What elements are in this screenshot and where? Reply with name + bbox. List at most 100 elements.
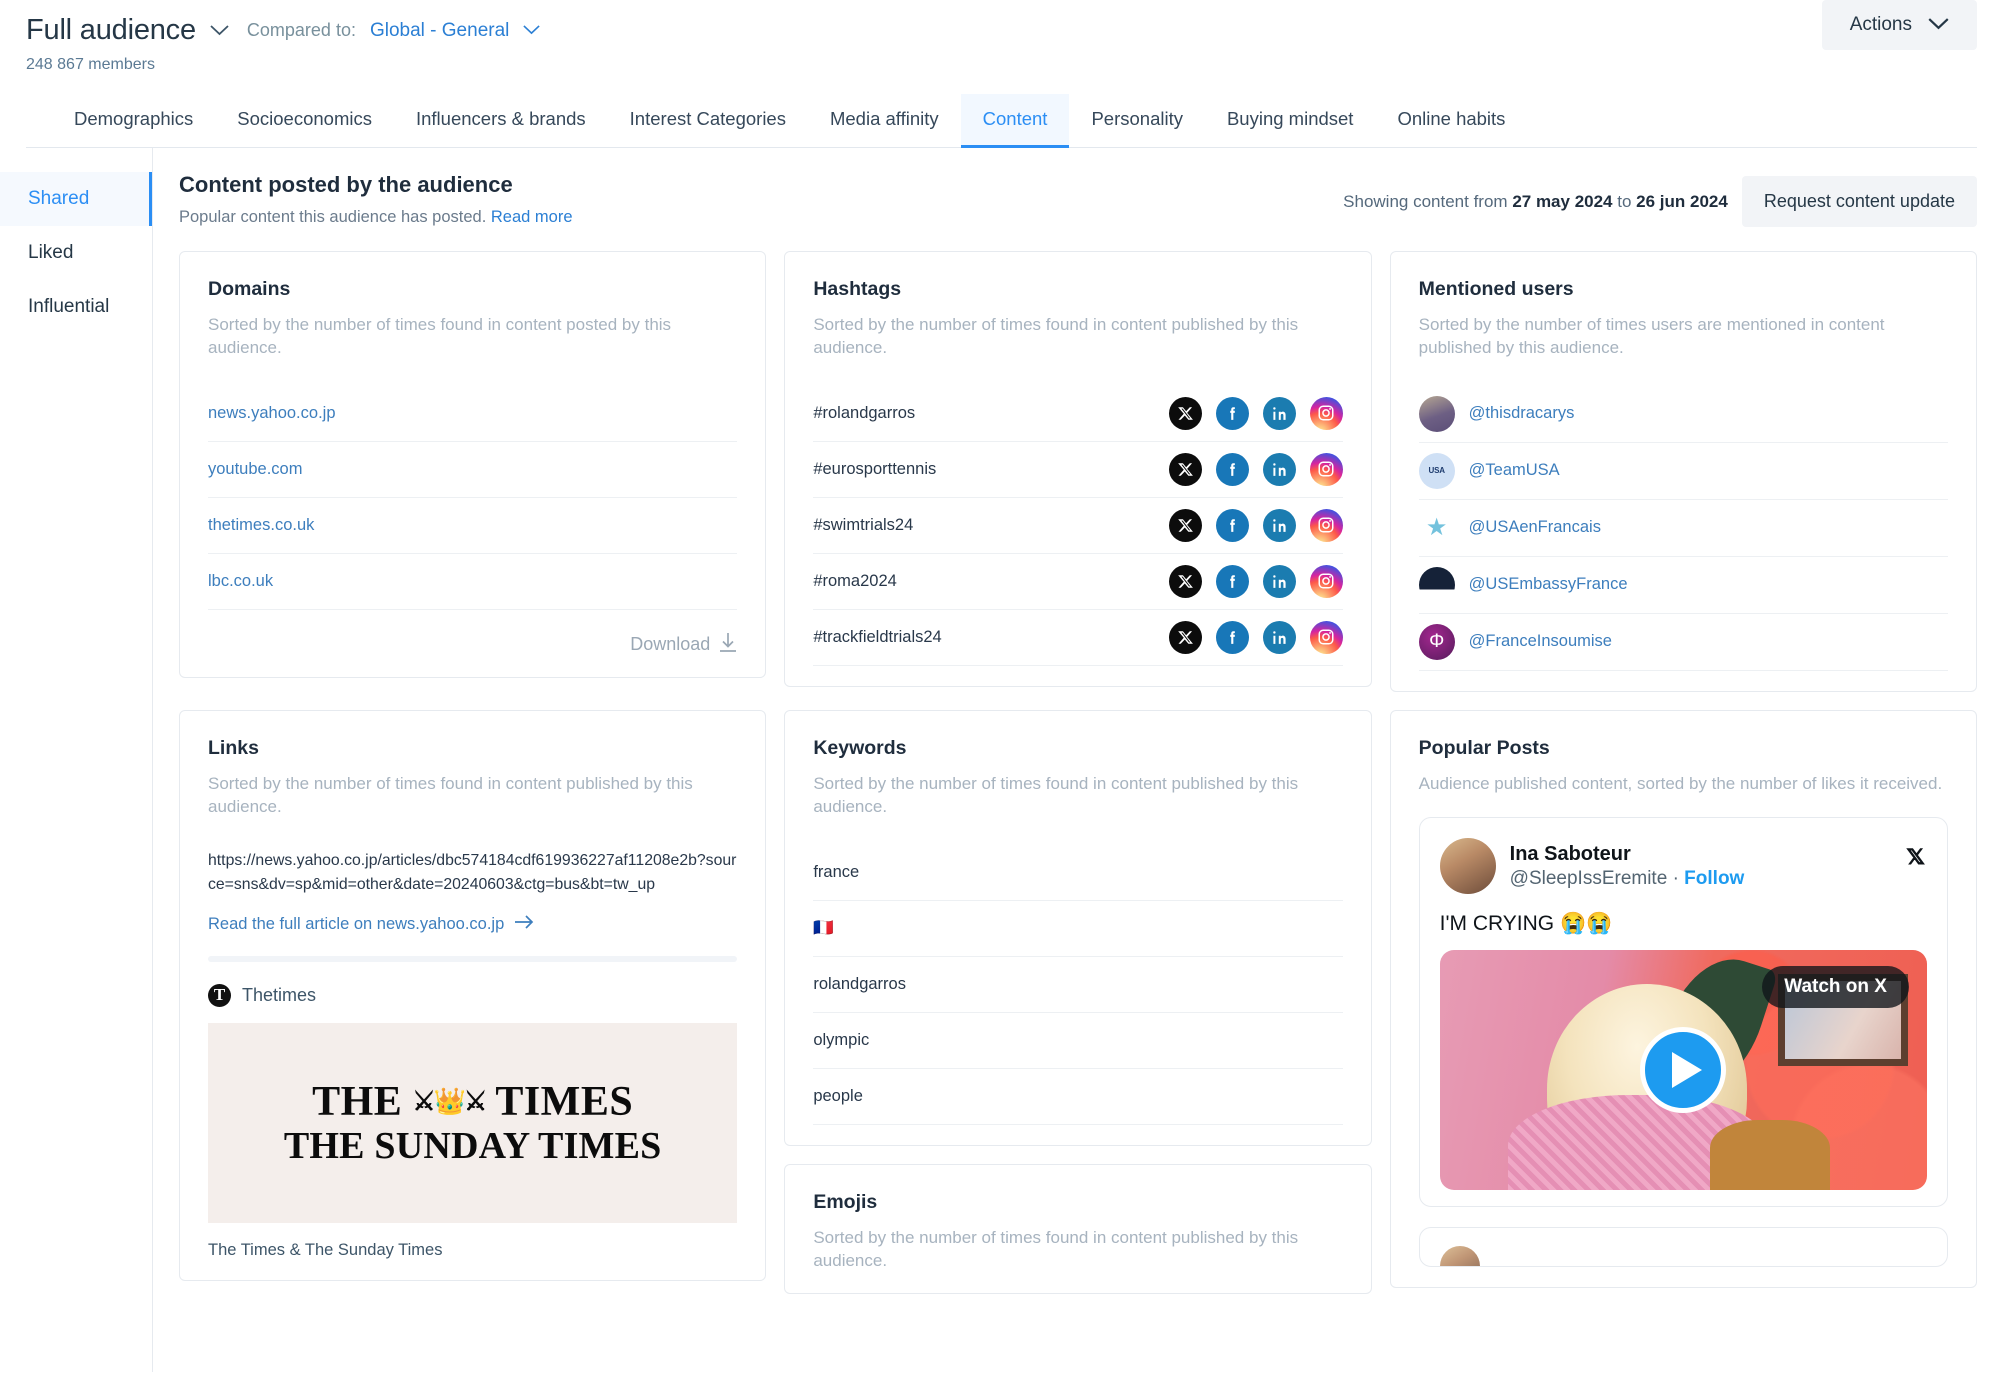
list-item[interactable]: news.yahoo.co.jp: [208, 386, 738, 442]
link-source: T Thetimes: [208, 983, 737, 1007]
mentioned-user-handle[interactable]: @FranceInsoumise: [1469, 632, 1612, 651]
tweet-author-name: Ina Saboteur: [1509, 842, 1631, 865]
facebook-icon[interactable]: [1215, 452, 1249, 486]
sidebar-item-liked[interactable]: Liked: [0, 226, 152, 280]
hashtag-label: #trackfieldtrials24: [813, 627, 942, 646]
tab-influencers-brands[interactable]: Influencers & brands: [394, 94, 608, 147]
tab-personality[interactable]: Personality: [1069, 94, 1205, 147]
download-button[interactable]: Download: [208, 610, 737, 657]
tweet-card-next[interactable]: [1418, 1227, 1948, 1268]
keywords-card-title: Keywords: [813, 736, 907, 759]
domain-link[interactable]: lbc.co.uk: [208, 572, 273, 591]
read-more-link[interactable]: Read more: [491, 208, 573, 226]
domain-link[interactable]: news.yahoo.co.jp: [208, 404, 336, 423]
mentioned-user[interactable]: @USEmbassyFrance: [1418, 566, 1628, 603]
linkedin-icon[interactable]: [1262, 452, 1296, 486]
tab-buying-mindset[interactable]: Buying mindset: [1205, 94, 1375, 147]
date-to: 26 jun 2024: [1636, 191, 1728, 211]
mentioned-user[interactable]: USA @TeamUSA: [1418, 452, 1560, 489]
instagram-icon[interactable]: [1309, 564, 1343, 598]
keyword-label: 🇫🇷: [813, 918, 834, 937]
instagram-icon[interactable]: [1309, 620, 1343, 654]
domain-link[interactable]: youtube.com: [208, 460, 302, 479]
facebook-icon[interactable]: [1215, 620, 1249, 654]
domains-card-subtitle: Sorted by the number of times found in c…: [208, 315, 672, 358]
compared-to-value[interactable]: Global - General: [370, 20, 509, 42]
mentioned-user[interactable]: @thisdracarys: [1418, 395, 1575, 432]
linkedin-icon[interactable]: [1262, 396, 1296, 430]
x-icon[interactable]: [1168, 396, 1202, 430]
preview-headline-line2: THE SUNDAY TIMES: [283, 1124, 662, 1167]
instagram-icon[interactable]: [1309, 452, 1343, 486]
domain-link[interactable]: thetimes.co.uk: [208, 516, 314, 535]
actions-button[interactable]: Actions: [1821, 0, 1977, 50]
content-cards-grid: Domains Sorted by the number of times fo…: [153, 227, 1977, 1294]
keywords-card-subtitle: Sorted by the number of times found in c…: [813, 773, 1299, 817]
facebook-icon[interactable]: [1215, 396, 1249, 430]
mentioned-user-handle[interactable]: @USEmbassyFrance: [1469, 575, 1628, 594]
read-full-article-link[interactable]: Read the full article on news.yahoo.co.j…: [208, 915, 737, 934]
sidebar-item-shared[interactable]: Shared: [0, 172, 152, 226]
facebook-icon[interactable]: [1215, 508, 1249, 542]
domains-card: Domains Sorted by the number of times fo…: [179, 251, 767, 678]
list-item[interactable]: thetimes.co.uk: [208, 498, 738, 554]
request-content-update-button[interactable]: Request content update: [1741, 176, 1977, 227]
emojis-card-title: Emojis: [813, 1190, 878, 1213]
list-item[interactable]: @thisdracarys: [1418, 386, 1948, 443]
list-item[interactable]: Φ @FranceInsoumise: [1418, 614, 1948, 671]
tab-interest-categories[interactable]: Interest Categories: [608, 94, 808, 147]
linkedin-icon[interactable]: [1262, 564, 1296, 598]
x-icon[interactable]: [1168, 620, 1202, 654]
tab-media-affinity[interactable]: Media affinity: [808, 94, 961, 147]
list-item[interactable]: youtube.com: [208, 442, 738, 498]
tab-online-habits[interactable]: Online habits: [1375, 94, 1527, 147]
tab-socioeconomics[interactable]: Socioeconomics: [215, 94, 394, 147]
hashtags-list: #rolandgarros #eurosporttennis #swimtria…: [813, 386, 1343, 666]
preview-the: THE: [312, 1078, 403, 1125]
instagram-icon[interactable]: [1309, 396, 1343, 430]
list-item: 🇫🇷: [813, 901, 1343, 957]
avatar: [1418, 395, 1455, 432]
page-header: Full audience Compared to: Global - Gene…: [0, 0, 1999, 78]
list-item[interactable]: @USEmbassyFrance: [1418, 557, 1948, 614]
mentioned-user[interactable]: ★ @USAenFrancais: [1418, 509, 1601, 546]
audience-chevron-down-icon[interactable]: [210, 25, 229, 36]
linkedin-icon[interactable]: [1262, 620, 1296, 654]
popular-posts-card: Popular Posts Audience published content…: [1389, 709, 1977, 1289]
mentioned-users-card-subtitle: Sorted by the number of times users are …: [1418, 315, 1885, 358]
tweet-card[interactable]: 𝕩 Ina Saboteur @SleepIssEremite · Follow: [1418, 817, 1948, 1208]
divider: [208, 955, 738, 962]
x-icon[interactable]: [1168, 564, 1202, 598]
mentioned-user-handle[interactable]: @USAenFrancais: [1469, 518, 1601, 537]
mentioned-user[interactable]: Φ @FranceInsoumise: [1418, 623, 1612, 660]
list-item[interactable]: ★ @USAenFrancais: [1418, 500, 1948, 557]
x-icon[interactable]: [1168, 508, 1202, 542]
list-item[interactable]: USA @TeamUSA: [1418, 443, 1948, 500]
watch-on-x-button[interactable]: Watch on X: [1762, 966, 1909, 1009]
tab-demographics[interactable]: Demographics: [52, 94, 215, 147]
facebook-icon[interactable]: [1215, 564, 1249, 598]
compared-chevron-down-icon[interactable]: [523, 25, 542, 36]
social-icon-group: [1168, 620, 1343, 654]
list-item[interactable]: lbc.co.uk: [208, 554, 738, 610]
x-icon[interactable]: 𝕩: [1906, 838, 1925, 871]
tweet-author-handle-row: @SleepIssEremite · Follow: [1510, 868, 1745, 890]
team-usa-logo: USA: [1428, 465, 1446, 475]
tweet-video-thumbnail[interactable]: Watch on X: [1439, 950, 1927, 1191]
links-card-title: Links: [208, 736, 259, 759]
content-subtitle-text: Popular content this audience has posted…: [179, 208, 487, 226]
date-from: 27 may 2024: [1512, 191, 1613, 211]
actions-label: Actions: [1849, 14, 1912, 35]
linkedin-icon[interactable]: [1262, 508, 1296, 542]
play-icon[interactable]: [1640, 1027, 1727, 1114]
sidebar-item-influential[interactable]: Influential: [0, 280, 152, 334]
tab-content[interactable]: Content: [960, 94, 1070, 148]
x-icon[interactable]: [1168, 452, 1202, 486]
list-item: france: [813, 845, 1343, 901]
compared-to-label: Compared to:: [246, 20, 356, 40]
follow-link[interactable]: Follow: [1684, 868, 1744, 889]
instagram-icon[interactable]: [1309, 508, 1343, 542]
mentioned-user-handle[interactable]: @TeamUSA: [1469, 461, 1560, 480]
mentioned-user-handle[interactable]: @thisdracarys: [1469, 404, 1575, 423]
keyword-label: olympic: [813, 1030, 870, 1049]
